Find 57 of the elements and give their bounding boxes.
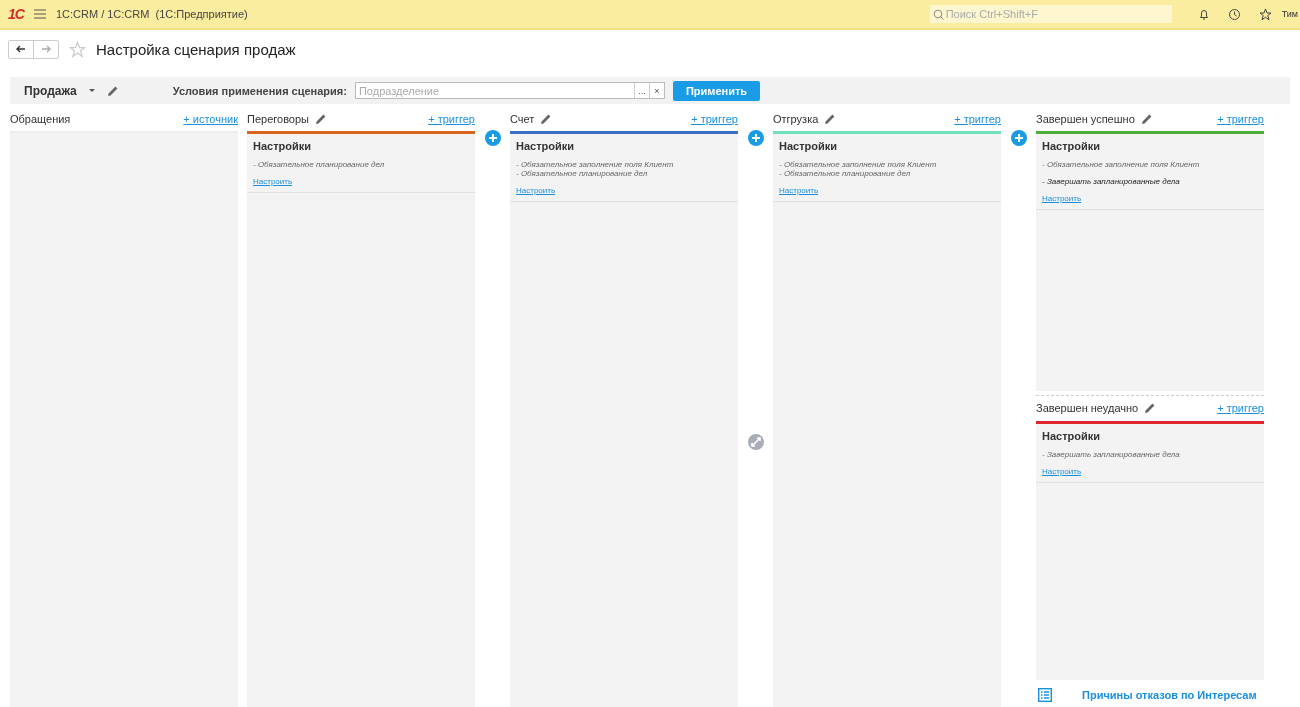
add-trigger-link[interactable]: + триггер bbox=[691, 112, 738, 125]
configure-link[interactable]: Настроить bbox=[516, 186, 732, 195]
apply-button[interactable]: Применить bbox=[672, 80, 761, 101]
caret-icon[interactable] bbox=[88, 88, 95, 93]
add-icon[interactable] bbox=[747, 130, 764, 146]
stage-title: Отгрузка bbox=[773, 112, 819, 125]
configure-link[interactable]: Настроить bbox=[1042, 466, 1258, 476]
left-arrow-icon bbox=[16, 45, 26, 53]
right-arrow-icon bbox=[41, 45, 51, 53]
stage-title: Завершен успешно bbox=[1036, 112, 1135, 125]
settings-heading: Настройки bbox=[516, 140, 576, 152]
pencil-icon[interactable] bbox=[315, 112, 327, 125]
settings-heading: Настройки bbox=[1042, 140, 1102, 152]
add-trigger-link[interactable]: + триггер bbox=[1217, 402, 1264, 414]
page-title: Настройка сценария продаж bbox=[96, 40, 296, 58]
search-input[interactable]: Поиск Ctrl+Shift+F bbox=[945, 8, 1146, 20]
favorite-star-icon[interactable] bbox=[69, 40, 86, 58]
settings-rule: - Обязательное заполнение поля Клиент bbox=[1042, 160, 1201, 169]
conditions-label: Условия применения сценария: bbox=[172, 84, 347, 97]
scenario-selector[interactable]: Продажа bbox=[24, 83, 77, 98]
settings-rule: - Завершать запланированные дела bbox=[1042, 449, 1181, 459]
stage-title: Завершен неудачно bbox=[1036, 402, 1139, 414]
add-source-link[interactable]: + источник bbox=[183, 112, 238, 125]
pencil-icon[interactable] bbox=[106, 84, 119, 97]
window-title: 1С:CRM / 1С:CRM (1С:Предприятие) bbox=[55, 8, 248, 20]
pencil-icon[interactable] bbox=[540, 112, 553, 125]
settings-rule: - Обязательное заполнение поля Клиент - Обязательное планирование дел bbox=[779, 160, 938, 178]
app-logo[interactable]: 1С bbox=[8, 6, 24, 22]
add-trigger-link[interactable]: + триггер bbox=[1217, 112, 1264, 125]
settings-rule: - Обязательное планирование дел bbox=[253, 160, 386, 169]
configure-link[interactable]: Настроить bbox=[1042, 194, 1258, 203]
stage-title: Переговоры bbox=[247, 112, 309, 125]
department-field[interactable]: Подразделение ... × bbox=[354, 82, 665, 99]
source-title: Обращения bbox=[10, 112, 71, 125]
configure-link[interactable]: Настроить bbox=[253, 177, 469, 186]
star-icon[interactable] bbox=[1258, 7, 1272, 21]
stage-title: Счет bbox=[510, 112, 535, 125]
settings-heading: Настройки bbox=[1042, 429, 1102, 442]
settings-rule: - Завершать запланированные дела bbox=[1042, 177, 1181, 186]
settings-heading: Настройки bbox=[253, 140, 313, 152]
pencil-icon[interactable] bbox=[824, 112, 837, 125]
refusal-reasons-link[interactable]: Причины отказов по Интересам bbox=[1082, 689, 1257, 701]
pencil-icon[interactable] bbox=[1140, 112, 1153, 125]
settings-heading: Настройки bbox=[779, 140, 839, 152]
user-name[interactable]: Тим bbox=[1281, 9, 1298, 19]
add-icon[interactable] bbox=[484, 130, 501, 146]
add-icon[interactable] bbox=[1010, 130, 1027, 146]
pencil-icon[interactable] bbox=[1144, 402, 1157, 414]
add-trigger-link[interactable]: + триггер bbox=[428, 112, 475, 125]
search-field[interactable]: Поиск Ctrl+Shift+F bbox=[929, 5, 1172, 23]
add-trigger-link[interactable]: + триггер bbox=[954, 112, 1001, 125]
list-icon[interactable] bbox=[1038, 688, 1052, 702]
history-icon[interactable] bbox=[1227, 7, 1241, 21]
configure-link[interactable]: Настроить bbox=[779, 186, 995, 195]
search-icon[interactable] bbox=[932, 8, 944, 20]
bell-icon[interactable] bbox=[1197, 8, 1210, 20]
settings-rule: - Обязательное заполнение поля Клиент - Обязательное планирование дел bbox=[516, 160, 675, 178]
